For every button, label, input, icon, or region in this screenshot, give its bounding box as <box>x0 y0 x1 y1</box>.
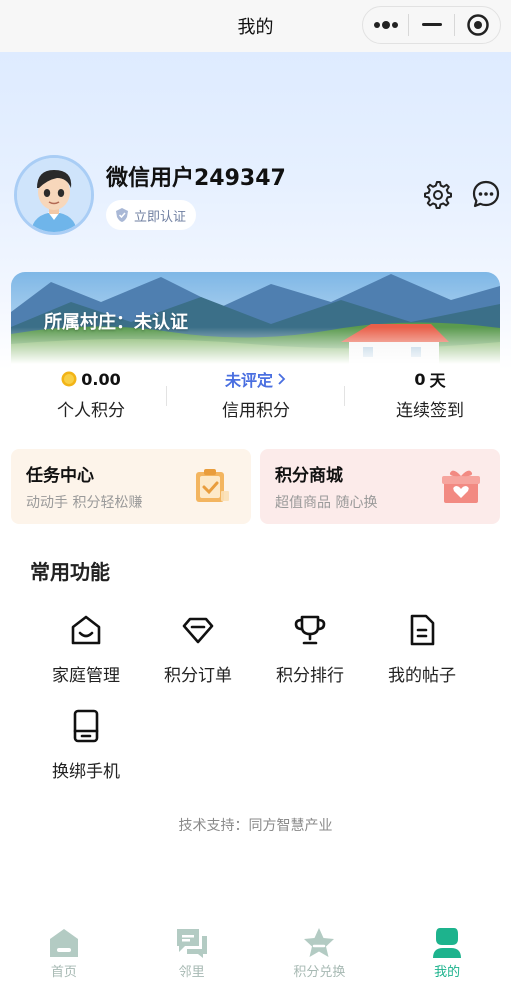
verify-button[interactable]: 立即认证 <box>106 200 197 230</box>
tab-label: 我的 <box>434 965 461 980</box>
village-banner[interactable]: 所属村庄：未认证 <box>11 272 500 364</box>
avatar-cartoon-icon <box>17 158 91 232</box>
tab-label: 邻里 <box>178 965 205 980</box>
chat-bubble-icon <box>472 180 500 208</box>
points-mall-subtitle: 超值商品 随心换 <box>275 495 378 511</box>
tab-neighbors[interactable]: 邻里 <box>128 920 256 985</box>
stat-checkin-streak[interactable]: 0 天 连续签到 <box>350 364 510 422</box>
credit-points-value: 未评定 <box>224 371 273 390</box>
coin-icon <box>61 371 77 387</box>
target-close-icon <box>466 14 489 36</box>
avatar[interactable] <box>14 155 94 235</box>
home-icon <box>71 615 101 645</box>
function-points-ranking[interactable]: 积分排行 <box>260 613 360 686</box>
tab-label: 首页 <box>50 965 77 980</box>
more-dots-icon <box>373 21 398 29</box>
verify-label: 立即认证 <box>134 209 187 225</box>
stat-personal-points[interactable]: 0.00 个人积分 <box>11 364 171 422</box>
tech-support-text: 技术支持：同方智慧产业 <box>178 818 333 834</box>
username: 微信用户249347 <box>106 166 286 191</box>
settings-button[interactable] <box>421 178 453 210</box>
checkin-streak-value: 0 <box>414 369 426 389</box>
title-bar: 我的 <box>0 0 511 52</box>
user-tab-icon <box>433 928 462 958</box>
stat-divider <box>166 386 167 406</box>
function-rebind-phone[interactable]: 换绑手机 <box>36 709 136 782</box>
personal-points-value: 0.00 <box>81 369 121 389</box>
gift-box-icon <box>442 470 480 503</box>
function-label: 积分订单 <box>164 666 232 686</box>
chat-tab-icon <box>176 929 207 958</box>
trophy-icon <box>294 615 326 645</box>
star-tab-icon <box>304 928 335 957</box>
stat-credit-points[interactable]: 未评定 信用积分 <box>176 364 336 421</box>
function-label: 家庭管理 <box>52 666 120 686</box>
message-button[interactable] <box>470 178 502 210</box>
function-my-posts[interactable]: 我的帖子 <box>372 613 472 686</box>
tab-label: 积分兑换 <box>293 965 346 980</box>
home-tab-icon <box>49 929 78 957</box>
function-points-orders[interactable]: 积分订单 <box>148 613 248 686</box>
phone-icon <box>73 709 99 743</box>
tab-home[interactable]: 首页 <box>0 920 128 985</box>
task-center-title: 任务中心 <box>26 466 94 486</box>
minimize-button[interactable] <box>409 7 454 43</box>
close-button[interactable] <box>455 7 500 43</box>
tab-mine[interactable]: 我的 <box>383 920 511 985</box>
stats-card: 0.00 个人积分 未评定 信用积分 0 天 连续签到 <box>11 364 500 430</box>
task-center-subtitle: 动动手 积分轻松赚 <box>26 495 143 511</box>
personal-points-label: 个人积分 <box>57 401 125 421</box>
bottom-tab-bar: 首页 邻里 积分兑换 我的 <box>0 920 511 985</box>
function-family-management[interactable]: 家庭管理 <box>36 613 136 686</box>
chevron-right-icon <box>278 373 286 385</box>
function-label: 我的帖子 <box>388 666 456 686</box>
mini-program-capsule <box>362 6 501 44</box>
tab-points-exchange[interactable]: 积分兑换 <box>256 920 384 985</box>
document-icon <box>410 614 435 646</box>
minimize-icon <box>421 23 442 26</box>
clipboard-check-icon <box>196 469 229 502</box>
common-functions-title: 常用功能 <box>30 560 110 584</box>
points-mall-card[interactable]: 积分商城 超值商品 随心换 <box>260 449 500 524</box>
diamond-icon <box>182 617 214 644</box>
function-label: 换绑手机 <box>52 762 120 782</box>
checkin-streak-label: 连续签到 <box>396 401 464 421</box>
stat-divider <box>344 386 345 406</box>
shield-check-icon <box>116 208 128 222</box>
page-title: 我的 <box>237 17 274 38</box>
task-center-card[interactable]: 任务中心 动动手 积分轻松赚 <box>11 449 251 524</box>
points-mall-title: 积分商城 <box>275 466 343 486</box>
checkin-streak-unit: 天 <box>429 371 446 390</box>
function-label: 积分排行 <box>276 666 344 686</box>
village-status: 所属村庄：未认证 <box>44 312 188 333</box>
gear-icon <box>424 181 452 209</box>
more-button[interactable] <box>363 7 408 43</box>
credit-points-label: 信用积分 <box>222 401 290 421</box>
